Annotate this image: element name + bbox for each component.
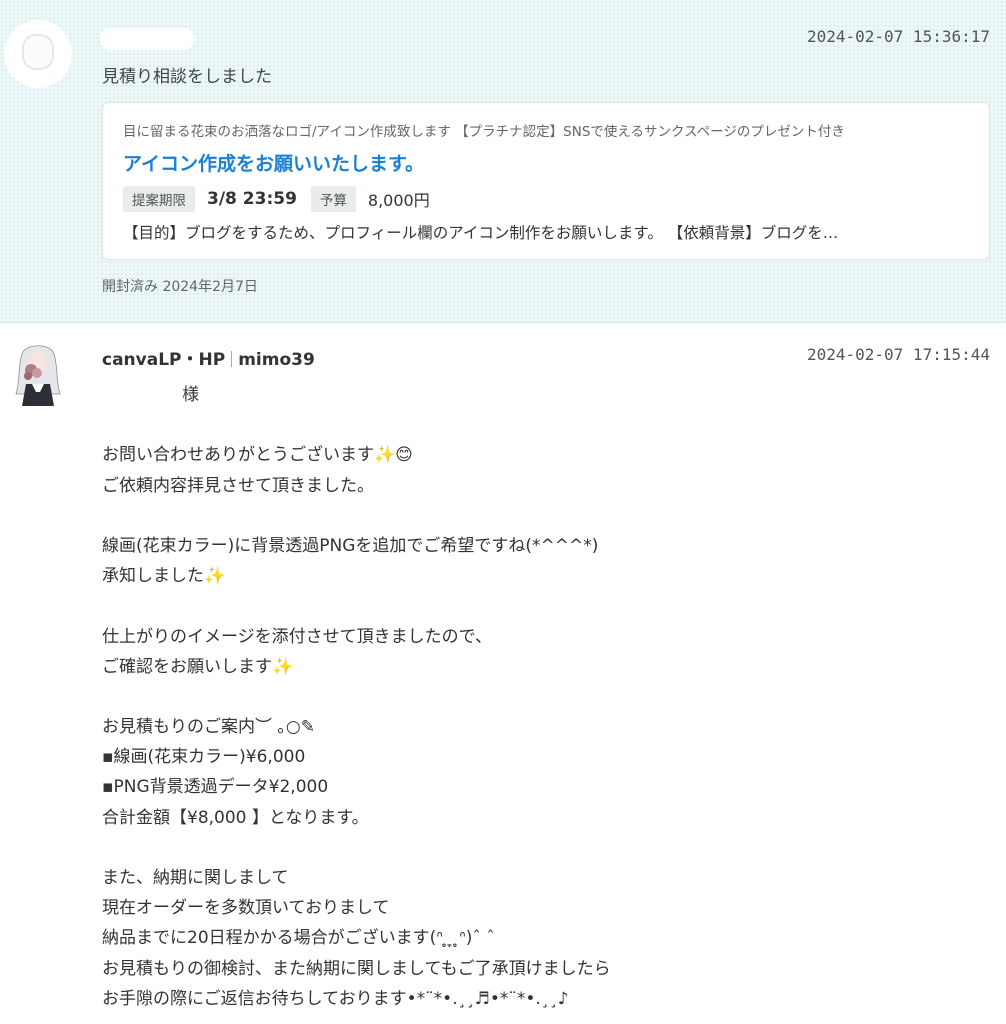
message-line xyxy=(102,591,982,621)
illustrated-girl-icon xyxy=(10,340,66,412)
redacted-buyer-name xyxy=(100,28,194,50)
message-line: 納品までに20日程かかる場合がございます(ᐢ ̥ ̞ ̥ᐢ)ˆ ˆ xyxy=(102,928,495,949)
redacted-recipient-name xyxy=(100,380,178,402)
reply-body: 様 お問い合わせありがとうございます✨😊 ご依頼内容拝見させて頂きました。 線画… xyxy=(102,380,982,1014)
name-divider xyxy=(231,351,233,367)
avatar-placeholder-icon xyxy=(22,34,54,70)
message-line: 承知しました✨ xyxy=(102,566,226,587)
message-line xyxy=(102,833,982,863)
message-line: お問い合わせありがとうございます✨😊 xyxy=(102,445,413,466)
quote-request-card[interactable]: 目に留まる花束のお洒落なロゴ/アイコン作成致します 【プラチナ認定】SNSで使え… xyxy=(102,102,990,260)
service-name: 目に留まる花束のお洒落なロゴ/アイコン作成致します 【プラチナ認定】SNSで使え… xyxy=(123,124,845,140)
message-line xyxy=(102,682,982,712)
sender-id[interactable]: mimo39 xyxy=(238,350,315,370)
inquiry-message: 2024-02-07 15:36:17 見積り相談をしました 目に留まる花束のお… xyxy=(0,0,1006,323)
buyer-avatar[interactable] xyxy=(4,20,72,88)
deadline-value: 3/8 23:59 xyxy=(207,189,297,209)
opened-status: 開封済み 2024年2月7日 xyxy=(102,279,258,295)
inquiry-timestamp: 2024-02-07 15:36:17 xyxy=(806,27,990,46)
budget-value: 8,000円 xyxy=(367,191,430,210)
deadline-label: 提案期限 xyxy=(123,186,195,212)
message-line: ▪線画(花束カラー)¥6,000 xyxy=(102,747,306,768)
message-line: お見積もりの御検討、また納期に関しましてもご了承頂けましたら xyxy=(102,958,611,979)
sender-name[interactable]: canvaLP・HP xyxy=(102,350,225,370)
message-line: ご確認をお願いします✨ xyxy=(102,656,294,677)
reply-timestamp: 2024-02-07 17:15:44 xyxy=(806,345,990,364)
message-line: 様 xyxy=(182,385,199,405)
message-line: 合計金額【¥8,000 】となります。 xyxy=(102,807,369,828)
budget-label: 予算 xyxy=(310,186,356,212)
message-line xyxy=(102,501,982,531)
message-line: ▪PNG背景透過データ¥2,000 xyxy=(102,777,329,798)
seller-avatar[interactable] xyxy=(10,340,66,412)
inquiry-summary: 見積り相談をしました xyxy=(102,67,272,87)
message-line: 仕上がりのイメージを添付させて頂きましたので、 xyxy=(102,626,492,647)
request-description: 【目的】ブログをするため、プロフィール欄のアイコン制作をお願いします。 【依頼背… xyxy=(123,224,839,242)
message-line: ご依頼内容拝見させて頂きました。 xyxy=(102,475,374,496)
message-line: 線画(花束カラー)に背景透過PNGを追加でご希望ですね(*^^^*) xyxy=(102,535,599,556)
message-line: お手隙の際にご返信お待ちしております•*¨*•.¸¸♬•*¨*•.¸¸♪ xyxy=(102,988,569,1009)
message-line xyxy=(102,410,982,440)
message-line: 現在オーダーを多数頂いておりまして xyxy=(102,898,390,919)
message-line: また、納期に関しまして xyxy=(102,868,289,888)
request-meta: 提案期限 3/8 23:59 予算 8,000円 xyxy=(123,186,430,212)
request-title-link[interactable]: アイコン作成をお願いいたします。 xyxy=(123,149,424,176)
sender-line: canvaLP・HP mimo39 xyxy=(102,345,315,370)
message-line: お見積もりのご案内︶ ｡○✎ xyxy=(102,717,315,738)
